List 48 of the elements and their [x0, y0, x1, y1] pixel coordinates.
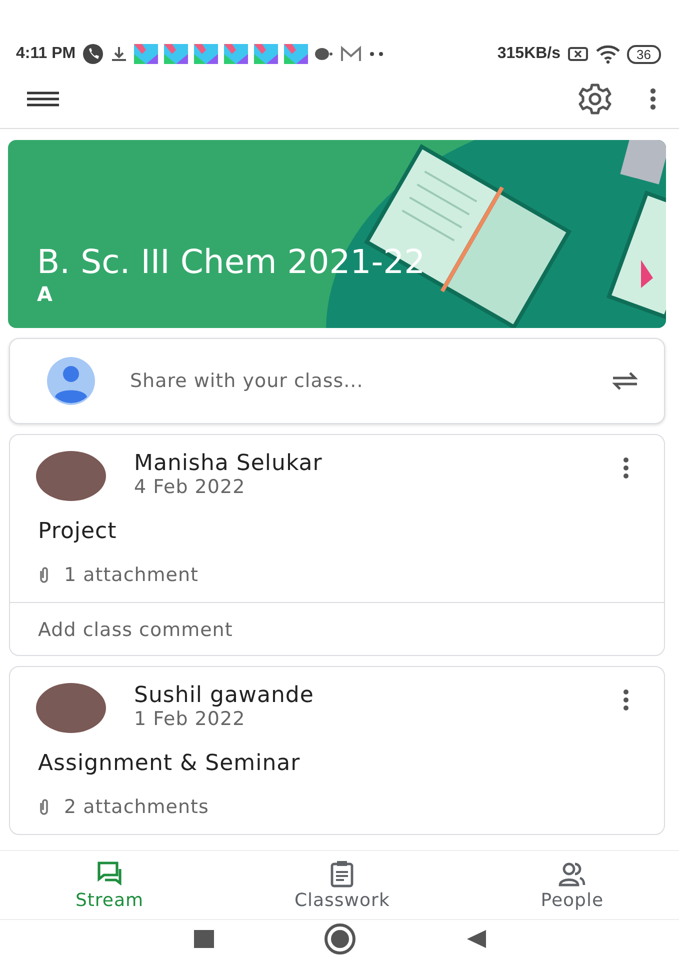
menu-button[interactable]: [26, 89, 60, 109]
square-icon: [194, 930, 214, 948]
app-notification-icon: [284, 44, 308, 64]
paperclip-icon: [38, 566, 50, 584]
phone-icon: [82, 43, 104, 65]
nav-tab[interactable]: Classwork: [284, 851, 400, 919]
clock: 4:11 PM: [16, 45, 76, 63]
app-notification-icon: [194, 44, 218, 64]
share-card[interactable]: Share with your class...: [9, 338, 665, 424]
more-vertical-icon: [622, 457, 630, 479]
more-vertical-icon: [649, 87, 657, 111]
back-button[interactable]: [466, 929, 486, 949]
post-title: Assignment & Seminar: [37, 750, 302, 776]
more-vertical-icon: [622, 689, 630, 711]
attachment-count[interactable]: 1 attachment: [64, 564, 198, 586]
wifi-icon: [594, 44, 621, 64]
attachment-count[interactable]: 2 attachments: [64, 796, 209, 818]
nav-tab[interactable]: Stream: [65, 851, 154, 919]
home-button[interactable]: [324, 923, 356, 955]
app-notification-icon: [224, 44, 248, 64]
mail-icon: [340, 45, 362, 63]
share-prompt[interactable]: Share with your class...: [130, 370, 586, 392]
post-date: 4 Feb 2022: [134, 476, 246, 498]
class-section: A: [37, 282, 426, 306]
app-notification-icon: [164, 44, 188, 64]
paperclip-icon: [38, 798, 50, 816]
post-title: Project: [37, 518, 118, 544]
chat-bubble-icon: [314, 45, 334, 63]
post-date: 1 Feb 2022: [134, 708, 246, 730]
comment-prompt[interactable]: Add class comment: [10, 602, 664, 655]
more-dots-icon: [368, 49, 386, 59]
sim-off-icon: [566, 45, 589, 63]
network-speed: 315KB/s: [497, 45, 561, 63]
chat-bubbles-icon: [96, 860, 124, 888]
author-name: Manisha Selukar: [134, 451, 324, 476]
download-icon: [110, 45, 128, 63]
circle-icon: [324, 923, 356, 955]
menu-icon: [26, 89, 60, 109]
app-notification-icon: [254, 44, 278, 64]
nav-tab[interactable]: People: [530, 851, 614, 919]
recents-button[interactable]: [194, 930, 214, 948]
settings-icon: [577, 81, 613, 117]
back-triangle-icon: [466, 929, 486, 949]
more-options-button[interactable]: [649, 87, 657, 111]
settings-button[interactable]: [577, 81, 613, 117]
app-notification-icon: [134, 44, 158, 64]
battery-indicator: 36: [626, 44, 661, 64]
author-name: Sushil gawande: [134, 683, 315, 708]
